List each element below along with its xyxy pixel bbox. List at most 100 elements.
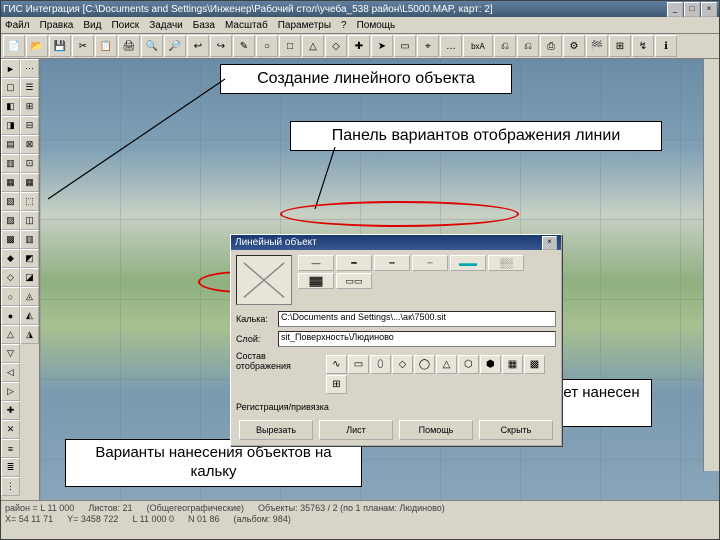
palette-btn[interactable]: ▥ [1, 154, 20, 173]
palette-btn[interactable]: ◮ [20, 325, 39, 344]
palette-btn[interactable]: ✕ [1, 420, 20, 439]
palette-btn[interactable]: ◪ [20, 268, 39, 287]
object-type-icon[interactable]: ◯ [414, 355, 435, 374]
tool-undo-icon[interactable]: ↩ [187, 35, 209, 57]
menu-file[interactable]: Файл [5, 20, 30, 31]
palette-btn[interactable]: ◬ [20, 287, 39, 306]
menu-search[interactable]: Поиск [111, 20, 139, 31]
menu-edit[interactable]: Правка [40, 20, 74, 31]
tool-arrow-icon[interactable]: ➤ [371, 35, 393, 57]
line-style-option[interactable]: ┅ [374, 255, 410, 271]
menu-help[interactable]: Помощь [357, 20, 396, 31]
tool-more-icon[interactable]: … [440, 35, 462, 57]
palette-btn[interactable]: ⊟ [20, 116, 39, 135]
palette-btn[interactable]: ▽ [1, 344, 20, 363]
palette-btn[interactable]: ▨ [1, 211, 20, 230]
palette-btn[interactable]: ○ [1, 287, 20, 306]
tool-grid-icon[interactable]: ⊞ [609, 35, 631, 57]
object-type-icon[interactable]: △ [436, 355, 457, 374]
palette-btn[interactable]: ⋯ [20, 59, 39, 78]
object-type-icon[interactable]: ◇ [392, 355, 413, 374]
tool-flag-icon[interactable]: 🏁 [586, 35, 608, 57]
palette-btn[interactable]: ▦ [20, 173, 39, 192]
object-type-icon[interactable]: ⬢ [480, 355, 501, 374]
line-style-option[interactable]: ░░ [488, 255, 524, 271]
maximize-button[interactable]: □ [684, 2, 700, 17]
line-style-option[interactable]: ┈ [412, 255, 448, 271]
palette-btn[interactable]: ✚ [1, 401, 20, 420]
palette-btn[interactable]: ◨ [1, 116, 20, 135]
palette-btn[interactable]: ◭ [20, 306, 39, 325]
palette-btn[interactable]: ▤ [1, 135, 20, 154]
tool-new-icon[interactable]: 📄 [3, 35, 25, 57]
line-style-option[interactable]: — [298, 255, 334, 271]
palette-btn[interactable]: △ [1, 325, 20, 344]
object-type-icon[interactable]: ▭ [348, 355, 369, 374]
palette-btn[interactable]: ⊡ [20, 154, 39, 173]
tool-bolt-icon[interactable]: ↯ [632, 35, 654, 57]
sheet-button[interactable]: Лист [319, 420, 393, 440]
object-type-icon[interactable]: ⬡ [458, 355, 479, 374]
tool-u1-icon[interactable]: ⎌ [494, 35, 516, 57]
palette-btn[interactable]: ► [1, 59, 20, 78]
sloi-input[interactable]: sit_Поверхность\Людиново [278, 331, 556, 347]
palette-btn[interactable]: ☰ [20, 78, 39, 97]
tool-info-icon[interactable]: ℹ [655, 35, 677, 57]
tool-zoomin-icon[interactable]: 🔍 [141, 35, 163, 57]
object-type-icon[interactable]: ⊞ [326, 375, 347, 394]
tool-bxa-icon[interactable]: bxA [463, 35, 493, 57]
tool-export-icon[interactable]: ⎙ [540, 35, 562, 57]
tool-redo-icon[interactable]: ↪ [210, 35, 232, 57]
tool-gear-icon[interactable]: ⚙ [563, 35, 585, 57]
line-style-option[interactable]: ━ [336, 255, 372, 271]
palette-btn[interactable]: ≡ [1, 439, 20, 458]
palette-btn[interactable]: ⬚ [20, 192, 39, 211]
palette-btn[interactable]: ● [1, 306, 20, 325]
palette-btn[interactable]: ▧ [1, 192, 20, 211]
menu-base[interactable]: База [193, 20, 215, 31]
map-canvas[interactable]: Создание линейного объекта Панель вариан… [40, 59, 719, 505]
kalka-input[interactable]: C:\Documents and Settings\...\ак\7500.si… [278, 311, 556, 327]
line-style-option[interactable]: ▬▬ [450, 255, 486, 271]
menu-tasks[interactable]: Задачи [149, 20, 183, 31]
palette-btn[interactable]: ▩ [1, 230, 20, 249]
tool-tri-icon[interactable]: △ [302, 35, 324, 57]
tool-save-icon[interactable]: 💾 [49, 35, 71, 57]
menu-scale[interactable]: Масштаб [225, 20, 268, 31]
palette-btn[interactable]: ⊠ [20, 135, 39, 154]
vertical-scrollbar[interactable] [703, 59, 719, 471]
tool-box-icon[interactable]: ▭ [394, 35, 416, 57]
tool-open-icon[interactable]: 📂 [26, 35, 48, 57]
tool-rect-icon[interactable]: □ [279, 35, 301, 57]
help-button[interactable]: Помощь [399, 420, 473, 440]
palette-btn[interactable]: ▦ [1, 173, 20, 192]
tool-cut-icon[interactable]: ✂ [72, 35, 94, 57]
dialog-close-button[interactable]: × [542, 236, 557, 250]
palette-btn[interactable]: ▢ [1, 78, 20, 97]
menu-params[interactable]: Параметры [278, 20, 331, 31]
minimize-button[interactable]: _ [667, 2, 683, 17]
object-type-icon[interactable]: ⬯ [370, 355, 391, 374]
tool-circle-icon[interactable]: ○ [256, 35, 278, 57]
tool-print-icon[interactable]: 🖨 [118, 35, 140, 57]
line-style-option[interactable]: ▓▓ [298, 273, 334, 289]
menu-view[interactable]: Вид [83, 20, 101, 31]
tool-target-icon[interactable]: ⌖ [417, 35, 439, 57]
palette-btn[interactable]: ▥ [20, 230, 39, 249]
object-type-icon[interactable]: ▩ [524, 355, 545, 374]
dialog-titlebar[interactable]: Линейный объект × [231, 235, 561, 250]
tool-diamond-icon[interactable]: ◇ [325, 35, 347, 57]
tool-zoomout-icon[interactable]: 🔎 [164, 35, 186, 57]
palette-btn[interactable]: ⊞ [20, 97, 39, 116]
palette-btn[interactable]: ▷ [1, 382, 20, 401]
tool-draw-icon[interactable]: ✎ [233, 35, 255, 57]
palette-btn[interactable]: ◧ [1, 97, 20, 116]
tool-paste-icon[interactable]: 📋 [95, 35, 117, 57]
object-type-icon[interactable]: ∿ [326, 355, 347, 374]
menu-help-q[interactable]: ? [341, 20, 347, 31]
palette-btn[interactable]: ⋮ [1, 477, 20, 496]
close-button[interactable]: × [701, 2, 717, 17]
line-style-option[interactable]: ▭▭ [336, 273, 372, 289]
tool-u2-icon[interactable]: ⎌ [517, 35, 539, 57]
palette-btn[interactable]: ◇ [1, 268, 20, 287]
